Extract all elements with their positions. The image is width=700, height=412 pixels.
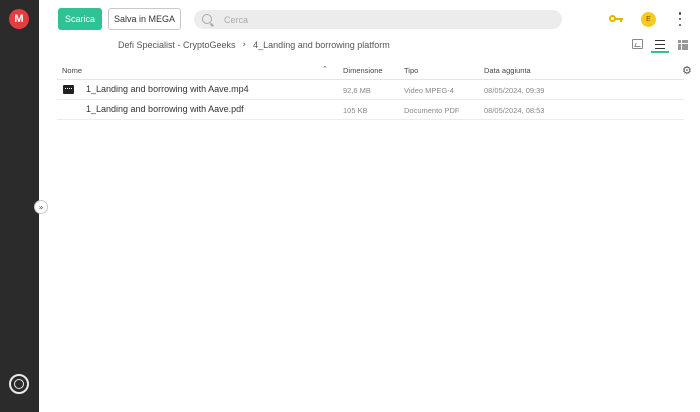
breadcrumb-item-current: 4_Landing and borrowing platform: [253, 40, 390, 50]
more-menu-icon[interactable]: [678, 12, 682, 26]
column-header-size[interactable]: Dimensione: [343, 66, 383, 75]
file-size: 105 KB: [343, 106, 368, 115]
column-header-name[interactable]: Nome: [62, 66, 82, 75]
mega-logo-icon[interactable]: M: [9, 9, 29, 29]
sort-ascending-icon[interactable]: ⌃: [322, 65, 328, 73]
account-ring-icon[interactable]: [9, 374, 29, 394]
column-header-type[interactable]: Tipo: [404, 66, 418, 75]
file-date: 08/05/2024, 08:53: [484, 106, 545, 115]
download-button[interactable]: Scarica: [58, 8, 102, 30]
table-row[interactable]: 1_Landing and borrowing with Aave.pdf 10…: [57, 100, 684, 120]
search-icon: [202, 14, 212, 24]
expand-sidebar-icon[interactable]: »: [34, 200, 48, 214]
chevron-right-icon: ›: [242, 40, 247, 50]
search-input[interactable]: [224, 10, 544, 29]
save-to-mega-button[interactable]: Salva in MEGA: [108, 8, 181, 30]
file-date: 08/05/2024, 09:39: [484, 86, 545, 95]
file-name[interactable]: 1_Landing and borrowing with Aave.pdf: [86, 104, 244, 114]
file-type: Documento PDF: [404, 106, 460, 115]
column-header-date[interactable]: Data aggiunta: [484, 66, 531, 75]
avatar[interactable]: E: [641, 12, 656, 27]
grid-view-icon[interactable]: [678, 40, 688, 50]
search-bar[interactable]: [194, 10, 562, 29]
key-icon[interactable]: [609, 14, 624, 24]
gear-icon[interactable]: ⚙: [682, 64, 692, 77]
file-name[interactable]: 1_Landing and borrowing with Aave.mp4: [86, 84, 249, 94]
file-size: 92,6 MB: [343, 86, 371, 95]
breadcrumb: Defi Specialist - CryptoGeeks › 4_Landin…: [118, 39, 390, 51]
file-type: Video MPEG-4: [404, 86, 454, 95]
thumbnail-view-icon[interactable]: [632, 39, 643, 49]
list-view-icon[interactable]: [651, 37, 669, 53]
video-file-icon: [63, 85, 74, 94]
breadcrumb-item-folder[interactable]: Defi Specialist - CryptoGeeks: [118, 40, 236, 50]
file-table: Nome ⌃ Dimensione Tipo Data aggiunta 1_L…: [57, 61, 684, 120]
table-row[interactable]: 1_Landing and borrowing with Aave.mp4 92…: [57, 80, 684, 100]
table-header: Nome ⌃ Dimensione Tipo Data aggiunta: [57, 61, 684, 80]
